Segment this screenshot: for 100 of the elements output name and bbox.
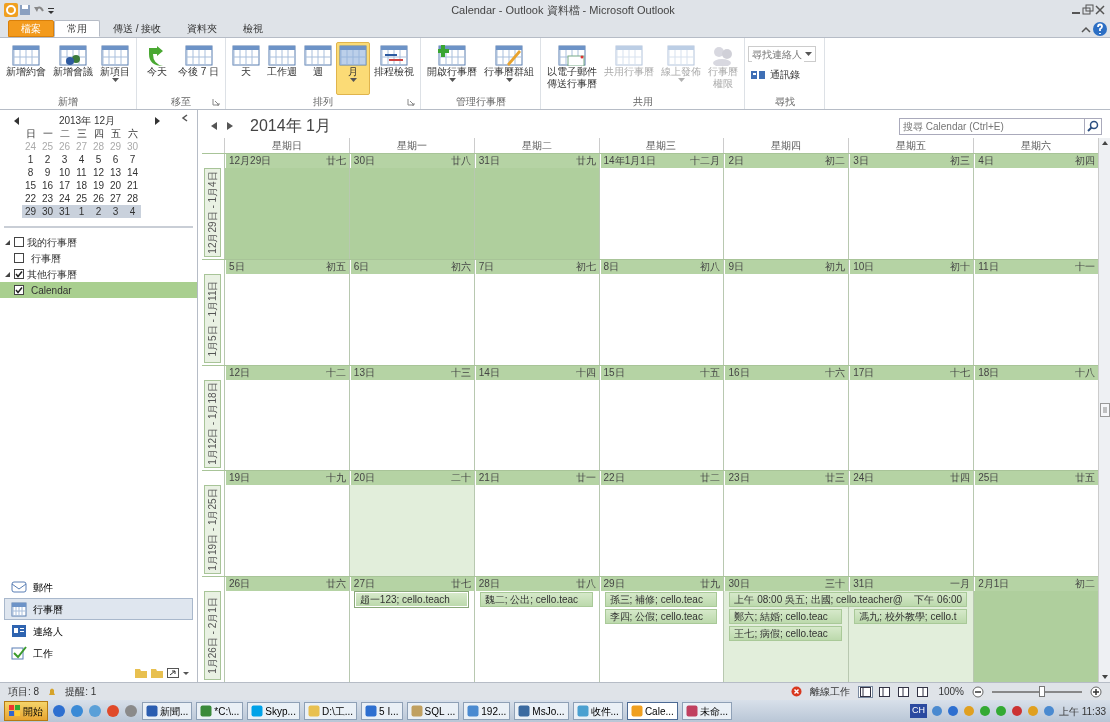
calendar-event[interactable]: 魏二; 公出; cello.teac	[479, 592, 593, 608]
calendar-event[interactable]: 王七; 病假; cello.teac	[729, 626, 843, 642]
tray-icon[interactable]	[946, 705, 959, 717]
checkbox[interactable]	[14, 285, 24, 295]
clock[interactable]: 上午 11:33	[1058, 703, 1106, 719]
next-icon[interactable]	[226, 121, 234, 131]
calendar-event[interactable]: 馮九; 校外教學; cello.t	[854, 609, 968, 625]
day-cell[interactable]: 5日 初五	[224, 259, 349, 365]
day-cell[interactable]: 12月29日 廿七	[224, 154, 349, 259]
expand-arrow-icon[interactable]	[4, 238, 11, 246]
day-cell[interactable]: 13日 十三	[348, 365, 474, 471]
folder-row[interactable]: Calendar	[0, 282, 197, 298]
mini-day[interactable]: 20	[107, 179, 124, 192]
ribbon-button[interactable]: 今後 7 日	[175, 42, 223, 95]
taskbar-button[interactable]: SQL ...	[406, 702, 460, 720]
mini-day[interactable]: 3	[107, 205, 124, 218]
folder-row[interactable]: 其他行事曆	[0, 266, 197, 282]
mini-day[interactable]: 4	[124, 205, 141, 218]
ribbon-button[interactable]: 排程檢視	[371, 42, 418, 95]
mini-day[interactable]: 10	[56, 166, 73, 179]
mini-day[interactable]: 7	[124, 153, 141, 166]
folder-row[interactable]: 我的行事曆	[0, 234, 197, 250]
day-cell[interactable]: 15日 十五	[598, 365, 724, 471]
mini-day[interactable]: 31	[56, 205, 73, 218]
mini-day[interactable]: 25	[73, 192, 90, 205]
calendar-event[interactable]: 上午 08:00 吳五; 出國; cello.teacher@ 下午 06:00	[729, 592, 968, 608]
navigation-button[interactable]: 連絡人	[4, 620, 193, 642]
checkbox[interactable]	[14, 269, 24, 279]
search-field[interactable]: 搜尋 Calendar (Ctrl+E)	[899, 117, 1085, 135]
day-cell[interactable]: 18日 十八	[973, 365, 1098, 471]
day-cell[interactable]: 26日 廿六	[224, 577, 349, 682]
day-cell[interactable]: 3日 初三	[848, 154, 974, 259]
dialog-launcher-icon[interactable]	[407, 98, 416, 106]
zoom-slider-thumb[interactable]	[1038, 685, 1045, 697]
taskbar-button[interactable]: 未命...	[681, 702, 733, 720]
mini-day[interactable]: 12	[90, 166, 107, 179]
day-cell[interactable]: 14日 十四	[473, 365, 599, 471]
ribbon-button[interactable]: 天	[229, 42, 264, 95]
mini-day[interactable]: 11	[73, 166, 90, 179]
calendar-event[interactable]: 李四; 公假; cello.teac	[604, 609, 718, 625]
day-cell[interactable]: 24日 廿四	[848, 471, 974, 577]
mini-day[interactable]: 18	[73, 179, 90, 192]
address-book-button[interactable]: 通訊錄	[748, 66, 817, 83]
day-cell[interactable]: 25日 廿五	[973, 471, 1098, 577]
day-cell[interactable]: 20日 二十	[348, 471, 474, 577]
collapse-pane-icon[interactable]	[181, 114, 189, 122]
restore-icon[interactable]	[1082, 4, 1094, 16]
mini-day[interactable]: 2	[90, 205, 107, 218]
mini-day[interactable]: 29	[22, 205, 39, 218]
ribbon-button[interactable]: 新增約會	[3, 42, 49, 95]
previous-month-icon[interactable]	[12, 115, 22, 126]
mini-day[interactable]: 5	[90, 153, 107, 166]
navigation-button[interactable]: 郵件	[4, 576, 193, 598]
mini-day[interactable]: 1	[22, 153, 39, 166]
close-icon[interactable]	[1094, 4, 1106, 16]
checkbox[interactable]	[14, 253, 24, 263]
app-icon[interactable]	[70, 704, 84, 718]
mini-day[interactable]: 4	[73, 153, 90, 166]
calendar-event[interactable]: 鄭六; 結婚; cello.teac	[729, 609, 843, 625]
taskbar-button[interactable]: 192...	[463, 702, 511, 720]
taskbar-button[interactable]: D:\工...	[303, 702, 358, 720]
help-icon[interactable]	[1092, 21, 1108, 37]
previous-icon[interactable]	[210, 121, 218, 131]
day-cell[interactable]: 21日 廿一	[473, 471, 599, 577]
day-cell[interactable]: 8日 初八	[598, 259, 724, 365]
mini-day[interactable]: 15	[22, 179, 39, 192]
mini-day[interactable]: 21	[124, 179, 141, 192]
day-cell[interactable]: 31日 廿九	[473, 154, 599, 259]
ribbon-tab[interactable]: 常用	[54, 20, 100, 37]
start-button[interactable]: 開始	[4, 701, 48, 721]
mini-day[interactable]: 24	[56, 192, 73, 205]
zoom-in-icon[interactable]	[1090, 685, 1102, 698]
app-icon[interactable]	[52, 704, 66, 718]
mini-day[interactable]: 22	[22, 192, 39, 205]
taskbar-button[interactable]: Skyp...	[247, 702, 300, 720]
view-button[interactable]	[896, 685, 912, 698]
day-cell[interactable]: 9日 初九	[723, 259, 849, 365]
ribbon-button[interactable]: 工作週	[264, 42, 301, 95]
tray-icon[interactable]	[1042, 705, 1055, 717]
day-cell[interactable]: 2月1日 初二	[973, 577, 1098, 682]
day-cell[interactable]: 12日 十二	[224, 365, 349, 471]
app-icon[interactable]	[106, 704, 120, 718]
day-cell[interactable]: 2日 初二	[723, 154, 849, 259]
mini-day[interactable]: 27	[107, 192, 124, 205]
day-cell[interactable]: 6日 初六	[348, 259, 474, 365]
mini-day[interactable]: 28	[124, 192, 141, 205]
mini-day[interactable]: 19	[90, 179, 107, 192]
tray-icon[interactable]	[930, 705, 943, 717]
taskbar-button[interactable]: Cale...	[626, 702, 678, 720]
zoom-out-icon[interactable]	[972, 685, 984, 698]
day-cell[interactable]: 19日 十九	[224, 471, 349, 577]
taskbar-button[interactable]: 5 I...	[361, 702, 403, 720]
ribbon-button[interactable]: 今天	[140, 42, 174, 95]
calendar-event[interactable]: 孫三; 補修; cello.teac	[604, 592, 718, 608]
day-cell[interactable]: 7日 初七	[473, 259, 599, 365]
ribbon-button[interactable]: 新項目	[97, 42, 133, 95]
view-button[interactable]	[877, 685, 893, 698]
calendar-event[interactable]: 趙一123; cello.teach	[354, 592, 468, 608]
day-cell[interactable]: 11日 十一	[973, 259, 1098, 365]
mini-day[interactable]: 3	[56, 153, 73, 166]
